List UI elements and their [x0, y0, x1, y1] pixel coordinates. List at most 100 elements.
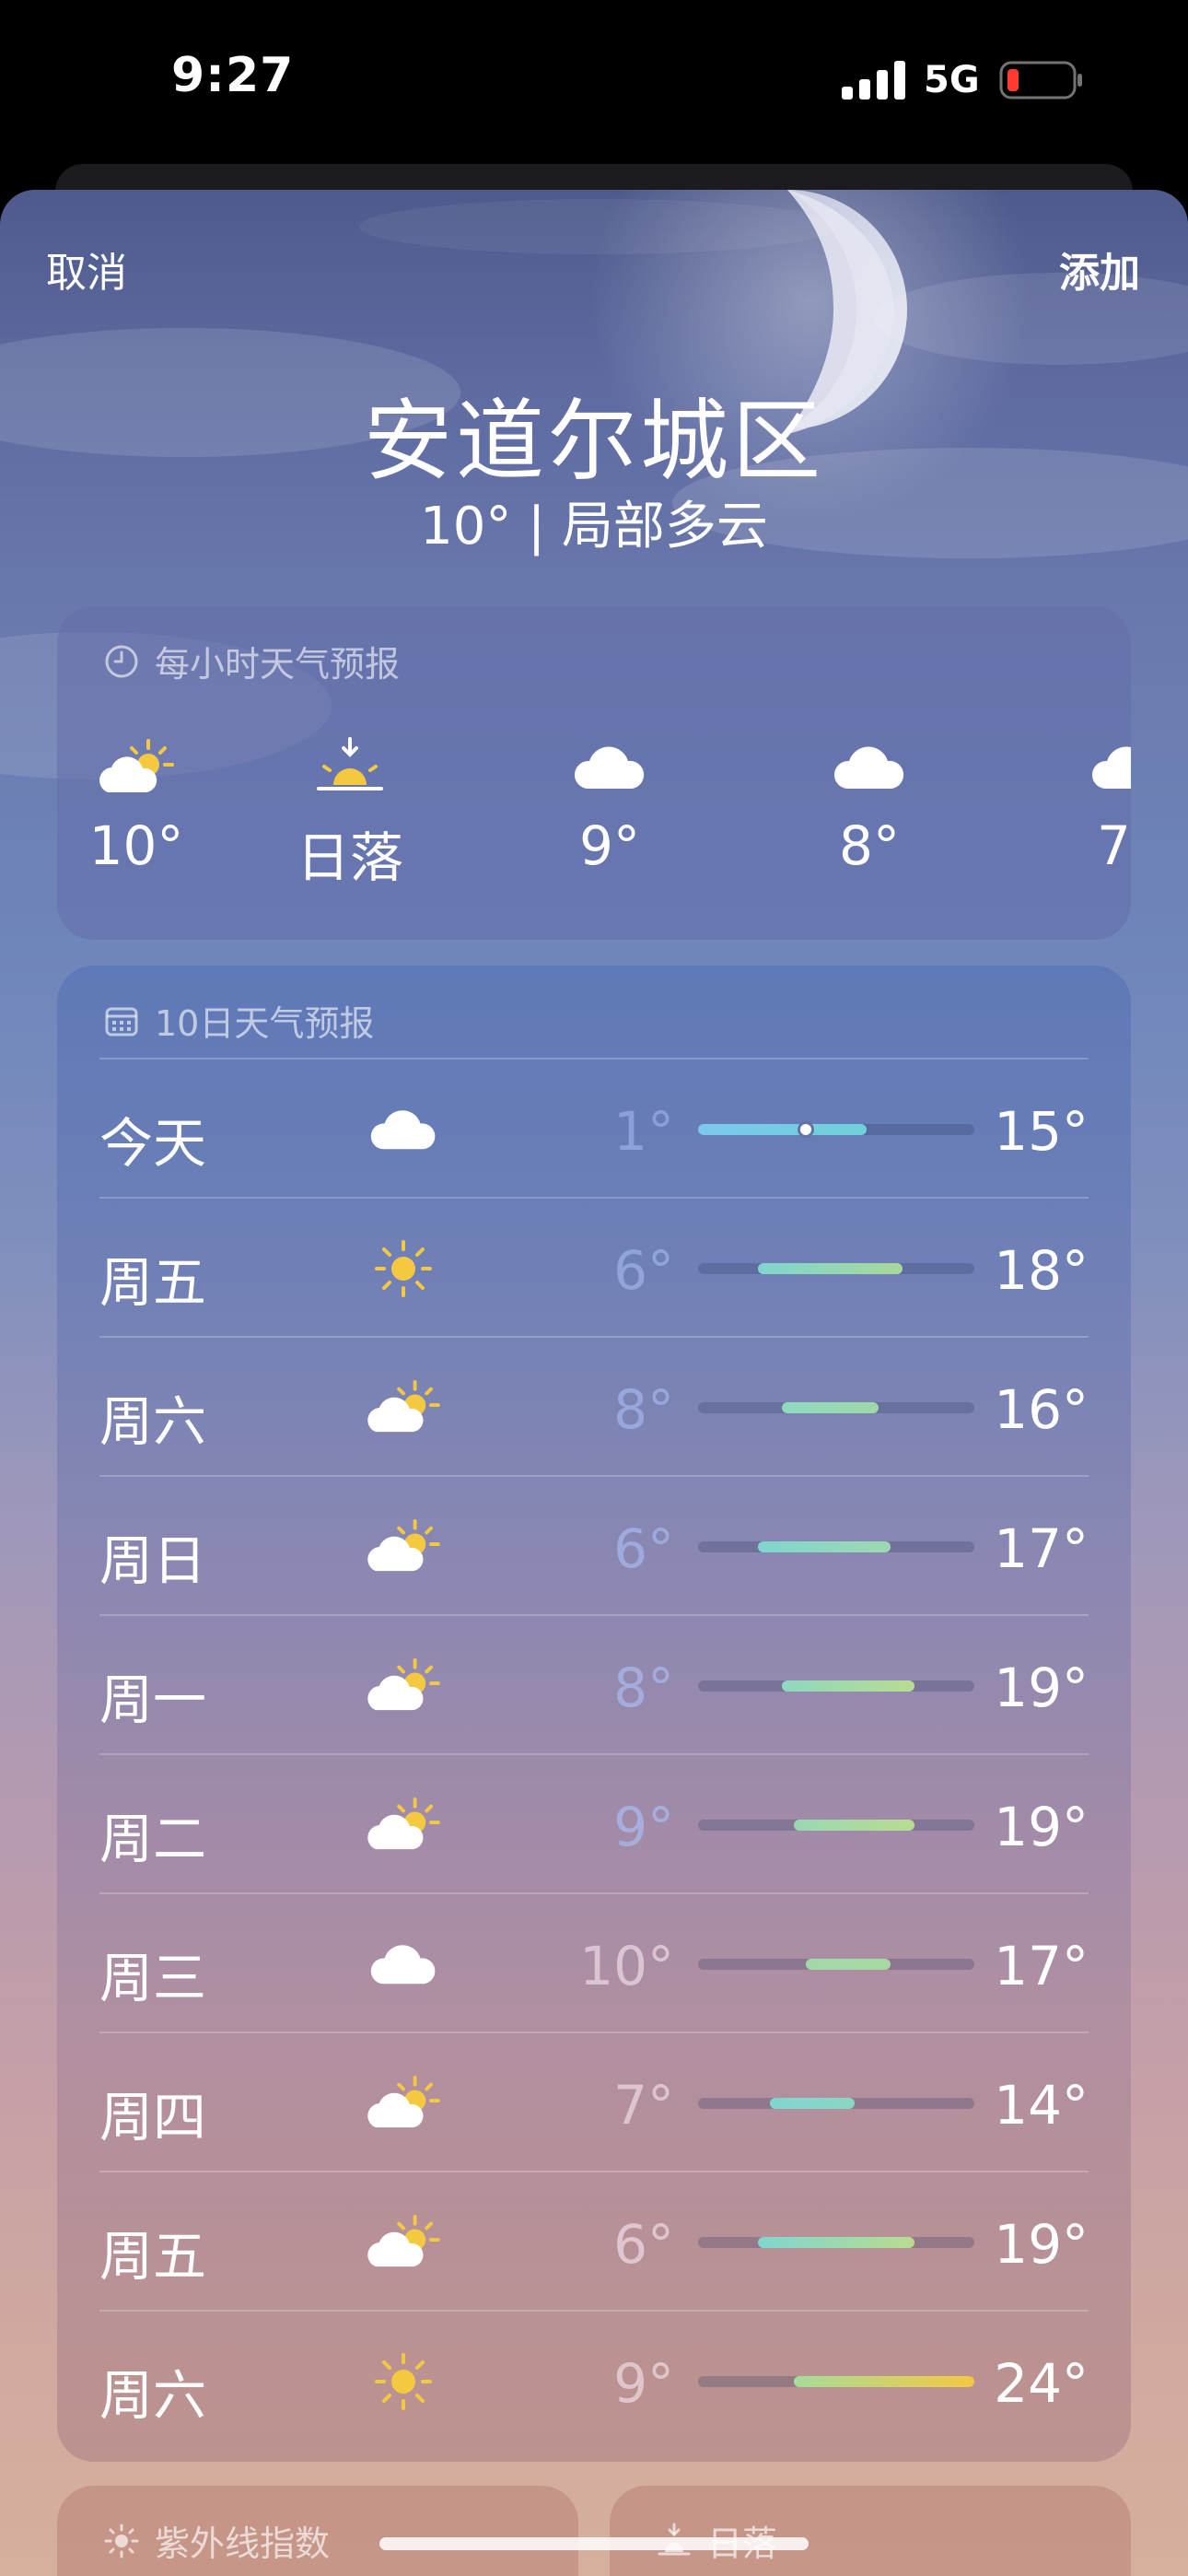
ten-day-forecast-header: 10日天气预报	[103, 995, 374, 1046]
cloud-icon	[1091, 746, 1131, 789]
partly-cloudy-icon	[357, 1792, 449, 1858]
signal-bars-icon	[842, 61, 905, 100]
day-high-temp: 19°	[994, 2213, 1089, 2276]
day-name: 周日	[99, 1529, 207, 1592]
uv-index-title: 紫外线指数	[155, 2523, 331, 2564]
ten-day-forecast-title: 10日天气预报	[155, 1003, 375, 1044]
day-high-temp: 17°	[994, 1517, 1089, 1580]
temperature-range-bar	[698, 1959, 974, 1970]
day-row[interactable]: 周三 10° 17°	[99, 1892, 1089, 2032]
day-name: 周一	[99, 1669, 207, 1731]
temperature-range-bar	[698, 1402, 974, 1413]
day-row[interactable]: 周日 6° 17°	[99, 1475, 1089, 1614]
temperature-range-fill	[794, 1820, 914, 1831]
hourly-forecast-title: 每小时天气预报	[155, 644, 401, 685]
cloud-icon	[833, 746, 904, 789]
temperature-range-bar	[698, 2098, 974, 2109]
day-low-temp: 8°	[613, 1378, 674, 1441]
cloud-icon	[357, 1931, 449, 1997]
temperature-range-bar	[698, 2376, 974, 2387]
day-low-temp: 7°	[613, 2074, 674, 2137]
hourly-forecast-header: 每小时天气预报	[103, 636, 400, 686]
uv-index-header: 紫外线指数	[103, 2515, 330, 2566]
day-low-temp: 8°	[613, 1657, 674, 1719]
partly-cloudy-icon	[357, 2209, 449, 2276]
temperature-range-fill	[782, 1402, 879, 1413]
home-indicator[interactable]	[379, 2537, 809, 2550]
uv-index-card[interactable]: 紫外线指数	[57, 2486, 578, 2576]
sun-small-icon	[104, 2523, 139, 2558]
status-time: 9:27	[171, 48, 295, 103]
location-name: 安道尔城区	[364, 390, 824, 493]
current-temp-dot	[798, 1121, 815, 1138]
partly-cloudy-icon	[357, 1375, 449, 1441]
temperature-range-bar	[698, 1121, 974, 1138]
day-row[interactable]: 周六 9° 24°	[99, 2310, 1089, 2449]
temperature-range-bar	[698, 1541, 974, 1552]
temperature-range-fill	[758, 1263, 903, 1274]
sun-icon	[357, 1235, 449, 1302]
hour-item: 10°	[57, 726, 219, 877]
day-name: 周五	[99, 2225, 207, 2288]
sunset-card[interactable]: 日落	[610, 2486, 1131, 2576]
day-high-temp: 14°	[994, 2074, 1089, 2137]
temperature-range-fill	[806, 1959, 891, 1970]
sun-icon	[357, 2348, 449, 2415]
partly-cloudy-icon	[357, 1653, 449, 1719]
day-low-temp: 6°	[613, 1239, 674, 1302]
hour-label: 9°	[579, 814, 640, 877]
temperature-range-fill	[758, 1541, 891, 1552]
calendar-icon	[105, 1007, 138, 1036]
day-high-temp: 19°	[994, 1657, 1089, 1719]
temperature-range-bar	[698, 2237, 974, 2248]
day-name: 周三	[99, 1947, 207, 2009]
day-high-temp: 19°	[994, 1796, 1089, 1858]
day-row[interactable]: 周五 6° 19°	[99, 2171, 1089, 2310]
hour-label: 10°	[88, 814, 184, 877]
day-low-temp: 9°	[613, 2352, 674, 2415]
day-row[interactable]: 周一 8° 19°	[99, 1614, 1089, 1753]
hour-label: 日落	[296, 826, 403, 889]
hour-label: 7°	[1097, 814, 1131, 877]
day-low-temp: 1°	[613, 1100, 674, 1163]
hourly-forecast-card[interactable]: 每小时天气预报 10° 日落 9° 8° 7	[57, 606, 1131, 940]
day-row[interactable]: 周二 9° 19°	[99, 1753, 1089, 1892]
day-name: 今天	[99, 1112, 207, 1175]
day-high-temp: 16°	[994, 1378, 1089, 1441]
day-low-temp: 10°	[579, 1935, 674, 1997]
daily-forecast-list: 今天 1° 15° 周五 6° 18° 周六 8° 16° 周日 6° 17° 周一 8° 19° 周二 9° 1…	[99, 1058, 1089, 2449]
day-row[interactable]: 周四 7° 14°	[99, 2032, 1089, 2171]
weather-preview-sheet: 取消 添加 安道尔城区 10° | 局部多云 每小时天气预报 10° 日落 9°…	[0, 190, 1188, 2576]
day-name: 周六	[99, 1390, 207, 1453]
day-name: 周六	[99, 2364, 207, 2427]
temperature-range-fill	[698, 1124, 867, 1135]
hour-item: 7°	[1044, 726, 1131, 877]
temperature-range-fill	[782, 1680, 914, 1692]
day-high-temp: 17°	[994, 1935, 1089, 1997]
day-high-temp: 18°	[994, 1239, 1089, 1302]
cancel-button[interactable]: 取消	[46, 240, 127, 299]
day-name: 周五	[99, 1251, 207, 1314]
ten-day-forecast-card[interactable]: 10日天气预报 今天 1° 15° 周五 6° 18° 周六 8° 16° 周日 6° 17° 周一 8°…	[57, 966, 1131, 2462]
add-button[interactable]: 添加	[1059, 240, 1140, 299]
temperature-range-bar	[698, 1820, 974, 1831]
current-conditions: 10° | 局部多云	[420, 497, 768, 556]
hour-item: 日落	[267, 726, 433, 892]
partly-cloudy-icon	[357, 2070, 449, 2137]
day-low-temp: 6°	[613, 2213, 674, 2276]
day-row[interactable]: 周五 6° 18°	[99, 1197, 1089, 1336]
hour-item: 9°	[527, 726, 693, 877]
battery-low-icon	[999, 61, 1082, 100]
partly-cloudy-icon	[99, 739, 174, 792]
cloud-icon	[357, 1096, 449, 1163]
day-name: 周二	[99, 1808, 207, 1870]
day-row[interactable]: 周六 8° 16°	[99, 1336, 1089, 1475]
hour-label: 8°	[839, 814, 900, 877]
day-row[interactable]: 今天 1° 15°	[99, 1058, 1089, 1197]
temperature-range-bar	[698, 1263, 974, 1274]
temperature-range-bar	[698, 1680, 974, 1692]
day-high-temp: 15°	[994, 1100, 1089, 1163]
temperature-range-fill	[758, 2237, 914, 2248]
day-low-temp: 6°	[613, 1517, 674, 1580]
status-bar: 9:27 5G	[0, 0, 1188, 161]
